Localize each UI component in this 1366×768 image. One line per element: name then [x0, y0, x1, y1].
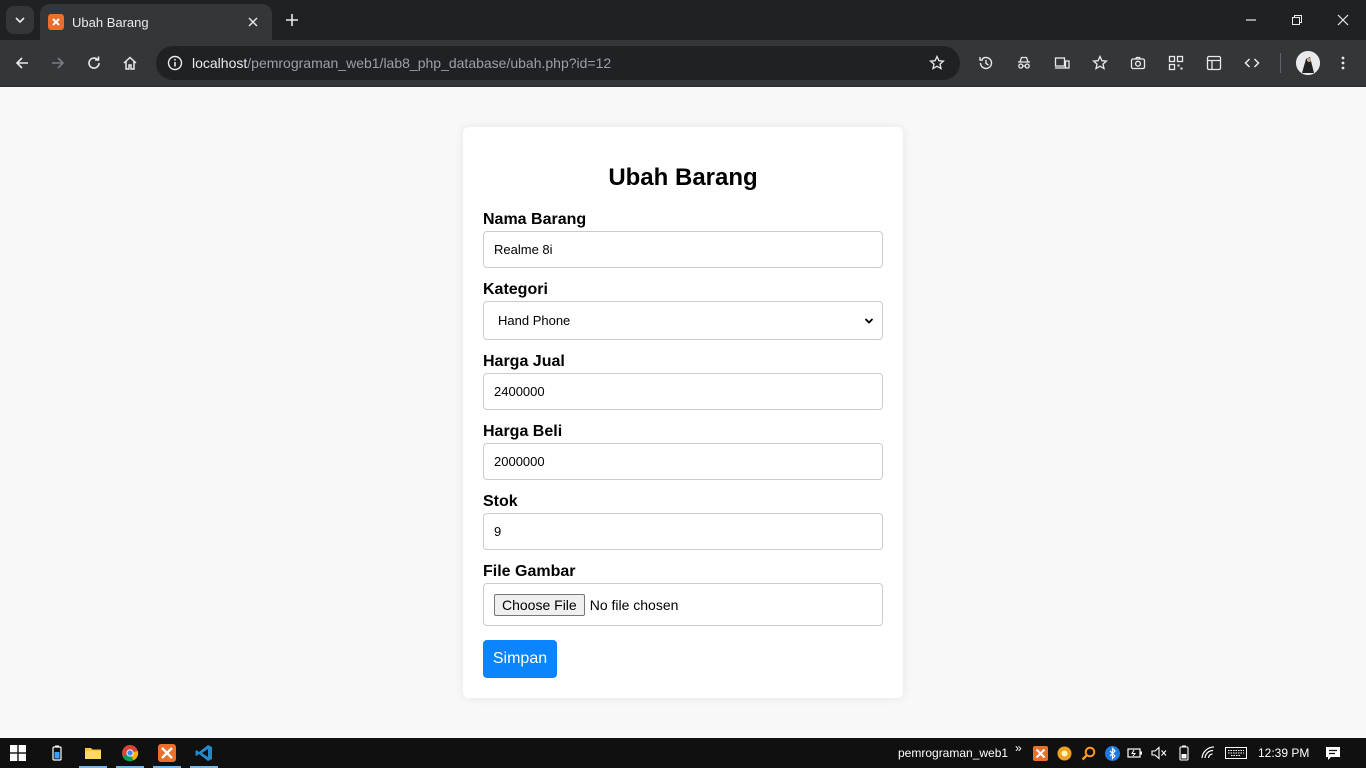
tab-search-button[interactable] — [6, 6, 34, 34]
nama-barang-input[interactable] — [483, 231, 883, 268]
toolbar-divider — [1280, 53, 1281, 73]
incognito-icon[interactable] — [1013, 52, 1035, 74]
stok-field: Stok — [483, 493, 883, 550]
simpan-button[interactable]: Simpan — [483, 640, 557, 678]
bookmark-star-icon[interactable] — [920, 46, 954, 80]
qr-code-icon[interactable] — [1165, 52, 1187, 74]
battery-app-icon[interactable] — [39, 738, 75, 768]
screenshot-icon[interactable] — [1127, 52, 1149, 74]
active-tab[interactable]: Ubah Barang — [40, 4, 272, 40]
clock-time[interactable]: 12:39 PM — [1258, 738, 1309, 768]
battery-tray-icon[interactable] — [1176, 745, 1192, 761]
kategori-selected-value: Hand Phone — [498, 313, 571, 328]
stok-label: Stok — [483, 493, 518, 510]
volume-muted-icon[interactable] — [1151, 745, 1167, 761]
tray-overflow-icon[interactable]: » — [1015, 733, 1022, 763]
xampp-icon[interactable] — [149, 738, 185, 768]
new-tab-icon[interactable] — [282, 10, 302, 30]
url-text: localhost/pemrograman_web1/lab8_php_data… — [192, 55, 920, 71]
browser-toolbar: localhost/pemrograman_web1/lab8_php_data… — [0, 40, 1366, 87]
bluetooth-icon[interactable] — [1104, 745, 1120, 761]
tab-title: Ubah Barang — [72, 14, 149, 30]
url-host: localhost — [192, 55, 248, 71]
file-input: Choose File No file chosen — [483, 583, 883, 626]
edit-item-card: Ubah Barang Nama Barang Kategori Hand Ph… — [463, 127, 903, 698]
code-icon[interactable] — [1241, 52, 1263, 74]
harga-beli-input[interactable] — [483, 443, 883, 480]
windows-taskbar: pemrograman_web1 » 12:39 PM — [0, 738, 1366, 768]
file-status-text: No file chosen — [589, 596, 679, 613]
history-icon[interactable] — [975, 52, 997, 74]
chrome-icon[interactable] — [112, 738, 148, 768]
back-arrow-icon[interactable] — [9, 50, 35, 76]
url-path: /pemrograman_web1/lab8_php_database/ubah… — [247, 55, 612, 71]
forward-arrow-icon[interactable] — [45, 50, 71, 76]
harga-jual-field: Harga Jual — [483, 353, 883, 410]
harga-beli-label: Harga Beli — [483, 423, 563, 440]
kategori-select[interactable]: Hand Phone — [483, 301, 883, 340]
xampp-favicon-icon — [48, 14, 64, 30]
choose-file-button[interactable]: Choose File — [494, 593, 585, 616]
devices-icon[interactable] — [1051, 52, 1073, 74]
side-panel-icon[interactable] — [1203, 52, 1225, 74]
nama-barang-field: Nama Barang — [483, 211, 883, 268]
address-bar[interactable]: localhost/pemrograman_web1/lab8_php_data… — [156, 46, 960, 80]
form-title: Ubah Barang — [608, 164, 758, 191]
xampp-tray-icon[interactable] — [1032, 745, 1048, 761]
vscode-icon[interactable] — [186, 738, 222, 768]
gold-app-tray-icon[interactable] — [1056, 745, 1072, 761]
site-info-icon[interactable] — [158, 46, 192, 80]
taskbar-window-label[interactable]: pemrograman_web1 — [898, 738, 1008, 768]
home-icon[interactable] — [117, 50, 143, 76]
notification-center-icon[interactable] — [1325, 745, 1341, 761]
favorites-icon[interactable] — [1089, 52, 1111, 74]
file-gambar-label: File Gambar — [483, 563, 576, 580]
reload-icon[interactable] — [81, 50, 107, 76]
restore-icon[interactable] — [1274, 0, 1320, 40]
chevron-down-icon — [15, 17, 25, 24]
menu-kebab-icon[interactable] — [1332, 52, 1354, 74]
tab-close-icon[interactable] — [244, 13, 262, 31]
harga-jual-input[interactable] — [483, 373, 883, 410]
file-gambar-field: File Gambar Choose File No file chosen — [483, 563, 883, 626]
windows-start-icon[interactable] — [0, 738, 36, 768]
chevron-down-icon — [864, 317, 874, 324]
power-plug-icon[interactable] — [1127, 745, 1143, 761]
minimize-icon[interactable] — [1228, 0, 1274, 40]
stok-input[interactable] — [483, 513, 883, 550]
keyboard-icon[interactable] — [1225, 745, 1247, 761]
close-window-icon[interactable] — [1320, 0, 1366, 40]
harga-jual-label: Harga Jual — [483, 353, 565, 370]
browser-tabbar: Ubah Barang — [0, 0, 1366, 40]
harga-beli-field: Harga Beli — [483, 423, 883, 480]
search-tray-icon[interactable] — [1080, 745, 1096, 761]
kategori-field: Kategori Hand Phone — [483, 281, 883, 340]
nama-barang-label: Nama Barang — [483, 211, 587, 228]
profile-avatar[interactable] — [1296, 51, 1320, 75]
wifi-icon[interactable] — [1200, 745, 1216, 761]
kategori-label: Kategori — [483, 281, 548, 298]
file-explorer-icon[interactable] — [75, 738, 111, 768]
